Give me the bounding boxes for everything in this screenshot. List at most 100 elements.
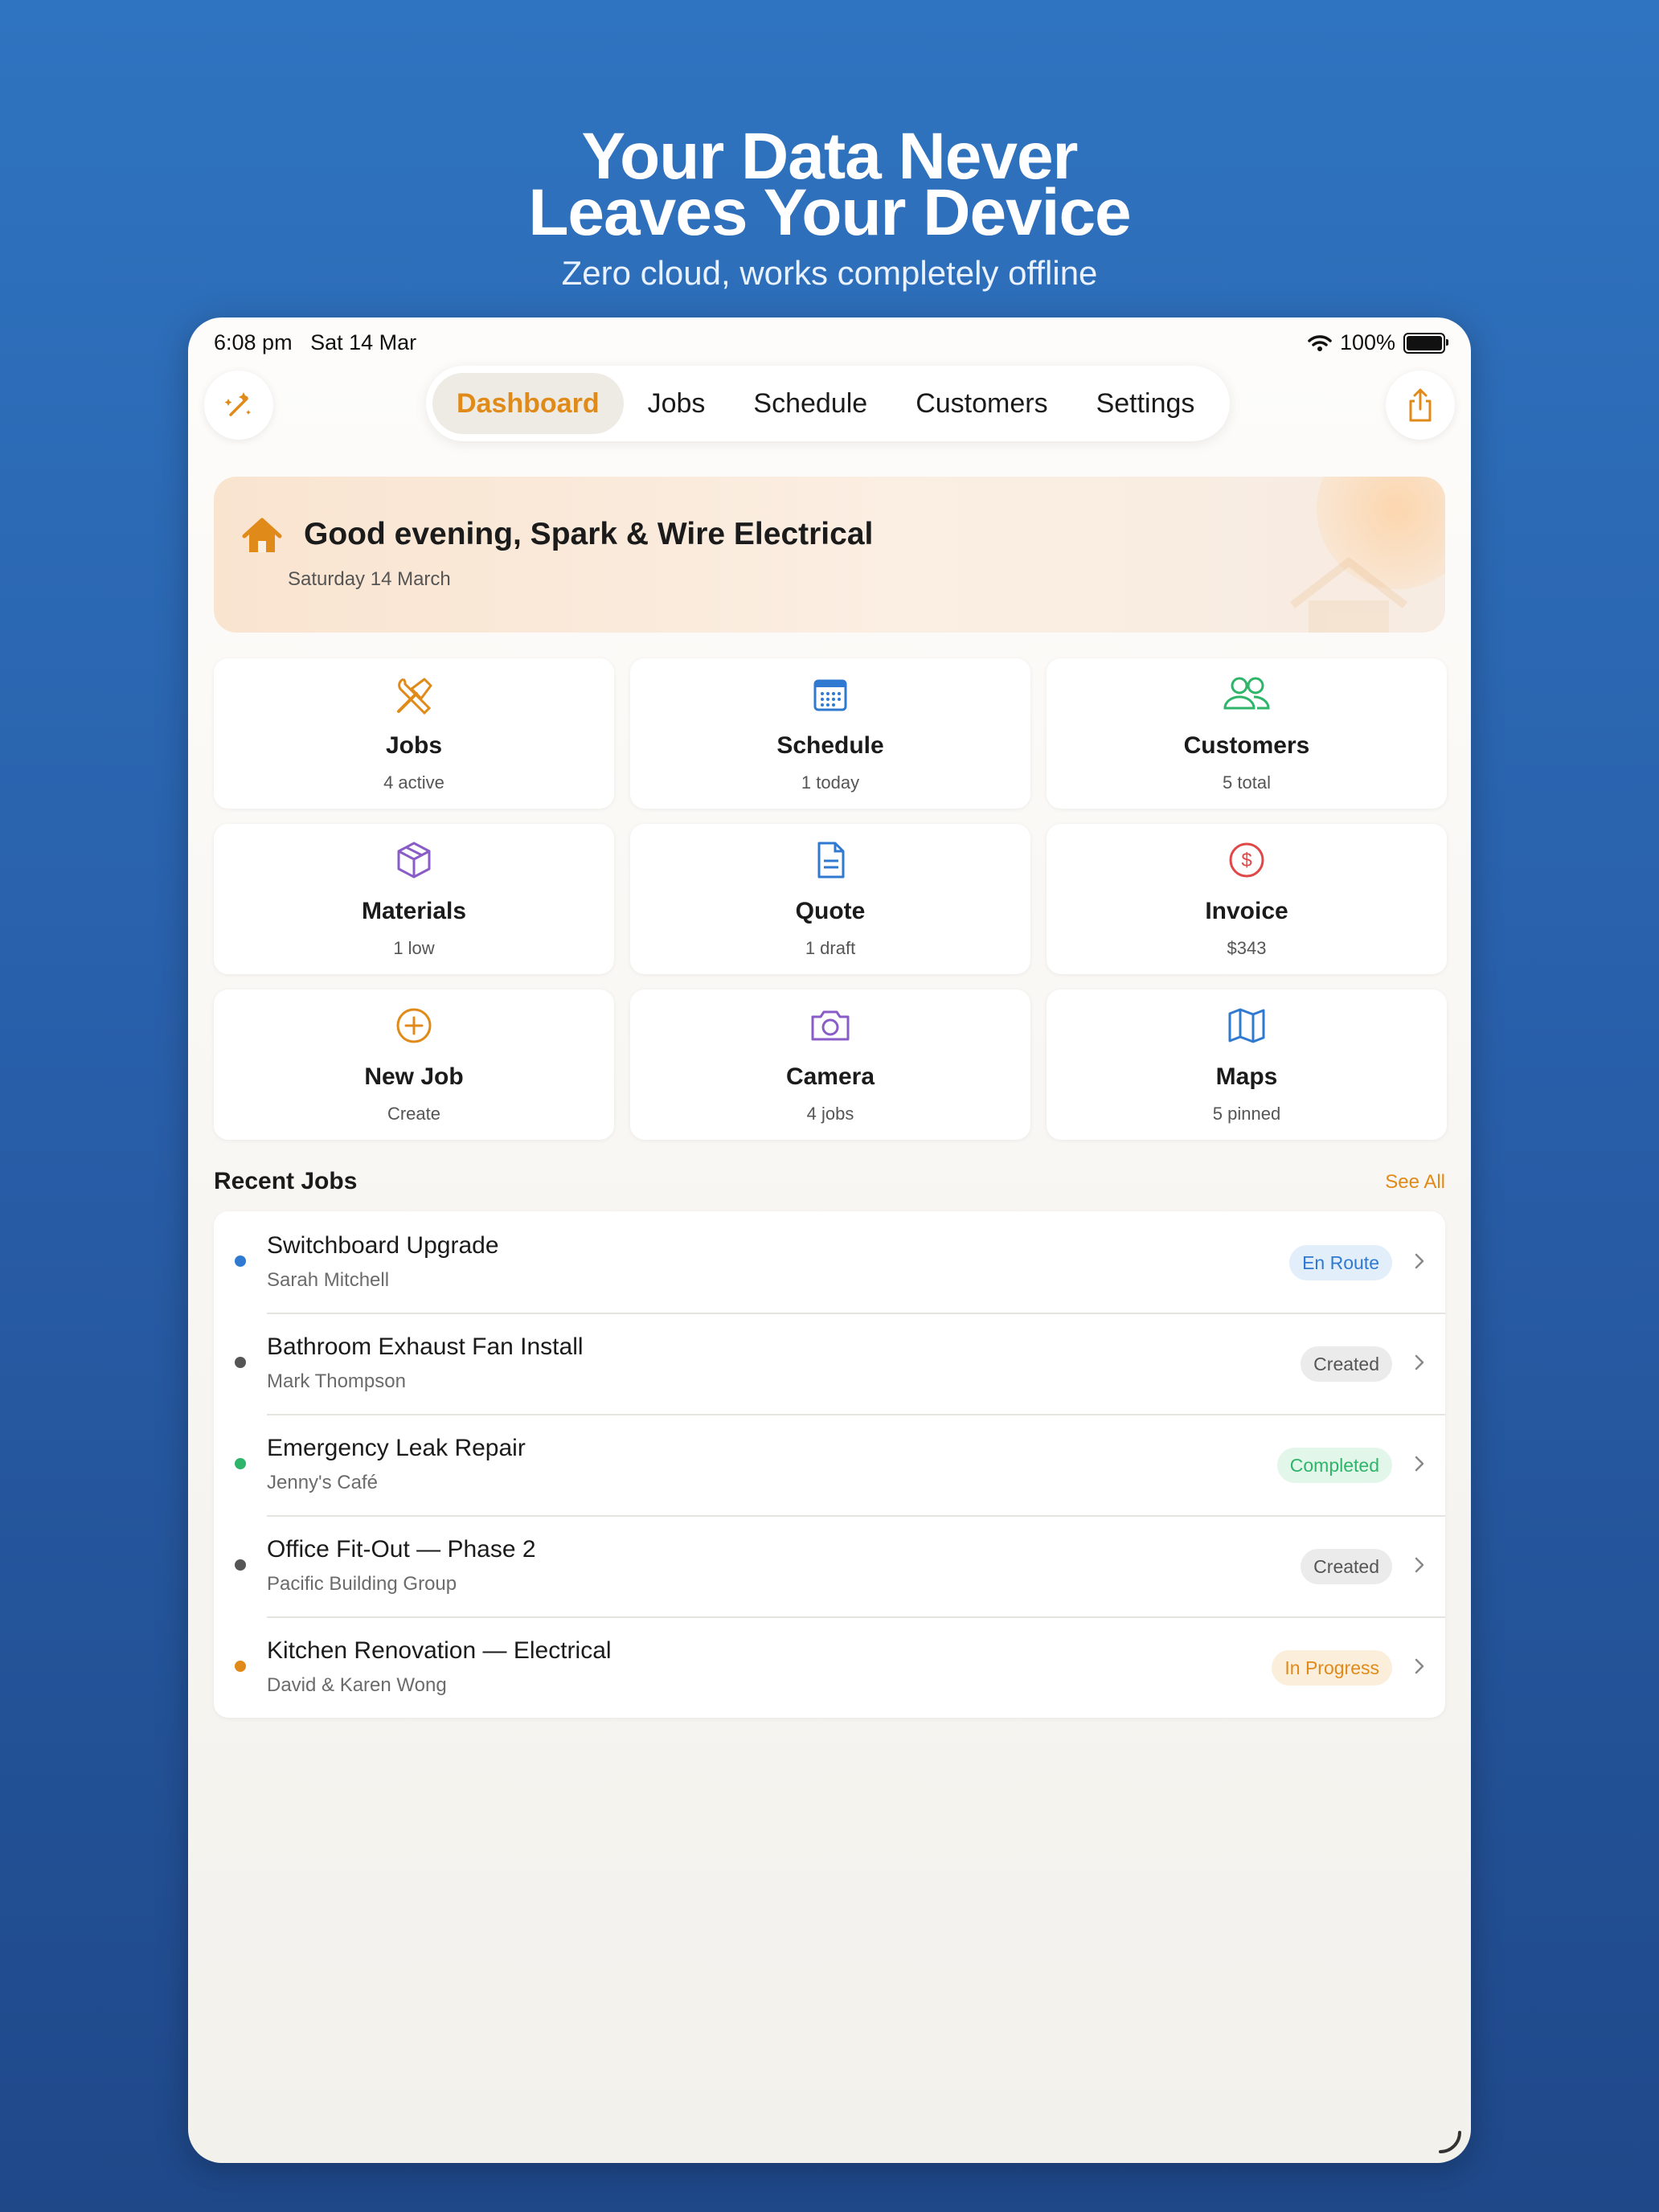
share-button[interactable] — [1386, 371, 1455, 440]
chevron-right-icon — [1415, 1354, 1424, 1370]
battery-icon — [1403, 332, 1448, 354]
tile-subtitle: 5 total — [1223, 772, 1271, 793]
status-dot — [235, 1458, 246, 1469]
map-icon — [1047, 1006, 1447, 1046]
status-badge: Created — [1301, 1549, 1392, 1584]
see-all-link[interactable]: See All — [1385, 1171, 1445, 1194]
plus-circle-icon — [214, 1006, 614, 1046]
house-watermark-icon — [1289, 557, 1408, 633]
tab-dashboard[interactable]: Dashboard — [432, 373, 624, 434]
tile-title: Schedule — [776, 732, 884, 759]
tile-title: Quote — [795, 898, 866, 924]
people-icon — [1047, 674, 1447, 715]
resize-handle-icon — [1439, 2131, 1461, 2153]
box-icon — [214, 840, 614, 880]
tile-jobs[interactable]: Jobs 4 active — [214, 658, 614, 809]
greeting-date: Saturday 14 March — [288, 568, 451, 590]
tile-invoice[interactable]: $ Invoice $343 — [1047, 824, 1447, 974]
tile-schedule[interactable]: Schedule 1 today — [630, 658, 1030, 809]
job-customer: Mark Thompson — [267, 1370, 406, 1392]
tile-title: New Job — [364, 1063, 464, 1090]
job-row[interactable]: Switchboard Upgrade Sarah Mitchell En Rout… — [214, 1211, 1445, 1313]
hero-subtitle: Zero cloud, works completely offline — [561, 254, 1098, 292]
row-divider — [267, 1313, 1445, 1314]
tile-customers[interactable]: Customers 5 total — [1047, 658, 1447, 809]
tile-subtitle: Create — [387, 1104, 441, 1124]
tile-title: Customers — [1183, 732, 1310, 759]
document-icon — [630, 840, 1030, 880]
tile-subtitle: 1 draft — [805, 938, 856, 958]
tile-maps[interactable]: Maps 5 pinned — [1047, 989, 1447, 1140]
status-time-date: 6:08 pm Sat 14 Mar — [214, 330, 416, 355]
job-row[interactable]: Bathroom Exhaust Fan Install Mark Thompso… — [214, 1313, 1445, 1414]
status-time: 6:08 pm — [214, 330, 293, 354]
wifi-icon — [1308, 334, 1332, 351]
tile-new-job[interactable]: New Job Create — [214, 989, 614, 1140]
calendar-icon — [630, 674, 1030, 715]
tile-materials[interactable]: Materials 1 low — [214, 824, 614, 974]
status-right: 100% — [1308, 330, 1448, 355]
tile-camera[interactable]: Camera 4 jobs — [630, 989, 1030, 1140]
status-badge: En Route — [1289, 1245, 1392, 1280]
job-row[interactable]: Office Fit-Out — Phase 2 Pacific Building… — [214, 1515, 1445, 1616]
job-title: Office Fit-Out — Phase 2 — [267, 1536, 536, 1563]
job-customer: David & Karen Wong — [267, 1674, 447, 1696]
status-badge: Created — [1301, 1346, 1392, 1382]
status-dot — [235, 1256, 246, 1267]
row-divider — [267, 1515, 1445, 1517]
status-date: Sat 14 Mar — [310, 330, 417, 354]
tile-title: Camera — [785, 1063, 875, 1090]
row-divider — [267, 1616, 1445, 1618]
ipad-screen: 6:08 pm Sat 14 Mar 100% Dashboard Jobs S… — [188, 317, 1471, 2163]
recent-jobs-header: Recent Jobs — [214, 1168, 358, 1194]
tile-title: Jobs — [385, 732, 443, 759]
job-customer: Jenny's Café — [267, 1472, 378, 1493]
tools-icon — [214, 674, 614, 718]
tile-subtitle: 4 active — [383, 772, 444, 793]
svg-text:$: $ — [1241, 850, 1251, 871]
tab-schedule[interactable]: Schedule — [729, 373, 891, 434]
chevron-right-icon — [1415, 1658, 1424, 1674]
status-dot — [235, 1357, 246, 1368]
tab-jobs[interactable]: Jobs — [624, 373, 730, 434]
chevron-right-icon — [1415, 1456, 1424, 1472]
tab-bar: Dashboard Jobs Schedule Customers Settin… — [426, 366, 1230, 441]
job-row[interactable]: Emergency Leak Repair Jenny's Café Complet… — [214, 1414, 1445, 1515]
recent-jobs-list: Switchboard Upgrade Sarah Mitchell En Rout… — [214, 1211, 1445, 1718]
job-title: Bathroom Exhaust Fan Install — [267, 1333, 584, 1360]
tile-title: Invoice — [1205, 898, 1288, 924]
job-row[interactable]: Kitchen Renovation — Electrical David & K… — [214, 1616, 1445, 1718]
share-icon — [1409, 388, 1432, 422]
magic-wand-button[interactable] — [204, 371, 273, 440]
status-bar: 6:08 pm Sat 14 Mar 100% — [214, 330, 1448, 363]
chevron-right-icon — [1415, 1253, 1424, 1269]
status-badge: Completed — [1276, 1448, 1392, 1483]
job-title: Emergency Leak Repair — [267, 1435, 526, 1461]
job-customer: Pacific Building Group — [267, 1573, 457, 1595]
hero: Your Data Never Leaves Your Device Zero … — [0, 124, 1659, 293]
greeting-banner: Good evening, Spark & Wire Electrical Sa… — [214, 477, 1445, 633]
tile-title: Maps — [1215, 1063, 1278, 1090]
dollar-icon: $ — [1047, 840, 1447, 880]
job-customer: Sarah Mitchell — [267, 1269, 390, 1291]
status-dot — [235, 1661, 246, 1672]
house-icon — [242, 518, 282, 552]
status-badge: In Progress — [1272, 1650, 1392, 1686]
tile-subtitle: 4 jobs — [806, 1104, 854, 1124]
job-title: Kitchen Renovation — Electrical — [267, 1637, 612, 1664]
tile-subtitle: $343 — [1227, 938, 1267, 958]
status-dot — [235, 1559, 246, 1571]
tile-quote[interactable]: Quote 1 draft — [630, 824, 1030, 974]
hero-title-line2: Leaves Your Device — [528, 176, 1131, 249]
camera-icon — [630, 1006, 1030, 1044]
tile-title: Materials — [361, 898, 467, 924]
magic-wand-icon — [224, 392, 251, 416]
tile-subtitle: 1 low — [393, 938, 435, 958]
tab-customers[interactable]: Customers — [891, 373, 1071, 434]
greeting-text: Good evening, Spark & Wire Electrical — [304, 517, 874, 551]
chevron-right-icon — [1415, 1557, 1424, 1573]
job-title: Switchboard Upgrade — [267, 1232, 499, 1259]
tab-settings[interactable]: Settings — [1072, 373, 1219, 434]
tile-subtitle: 1 today — [801, 772, 860, 793]
battery-percent: 100% — [1339, 330, 1395, 354]
